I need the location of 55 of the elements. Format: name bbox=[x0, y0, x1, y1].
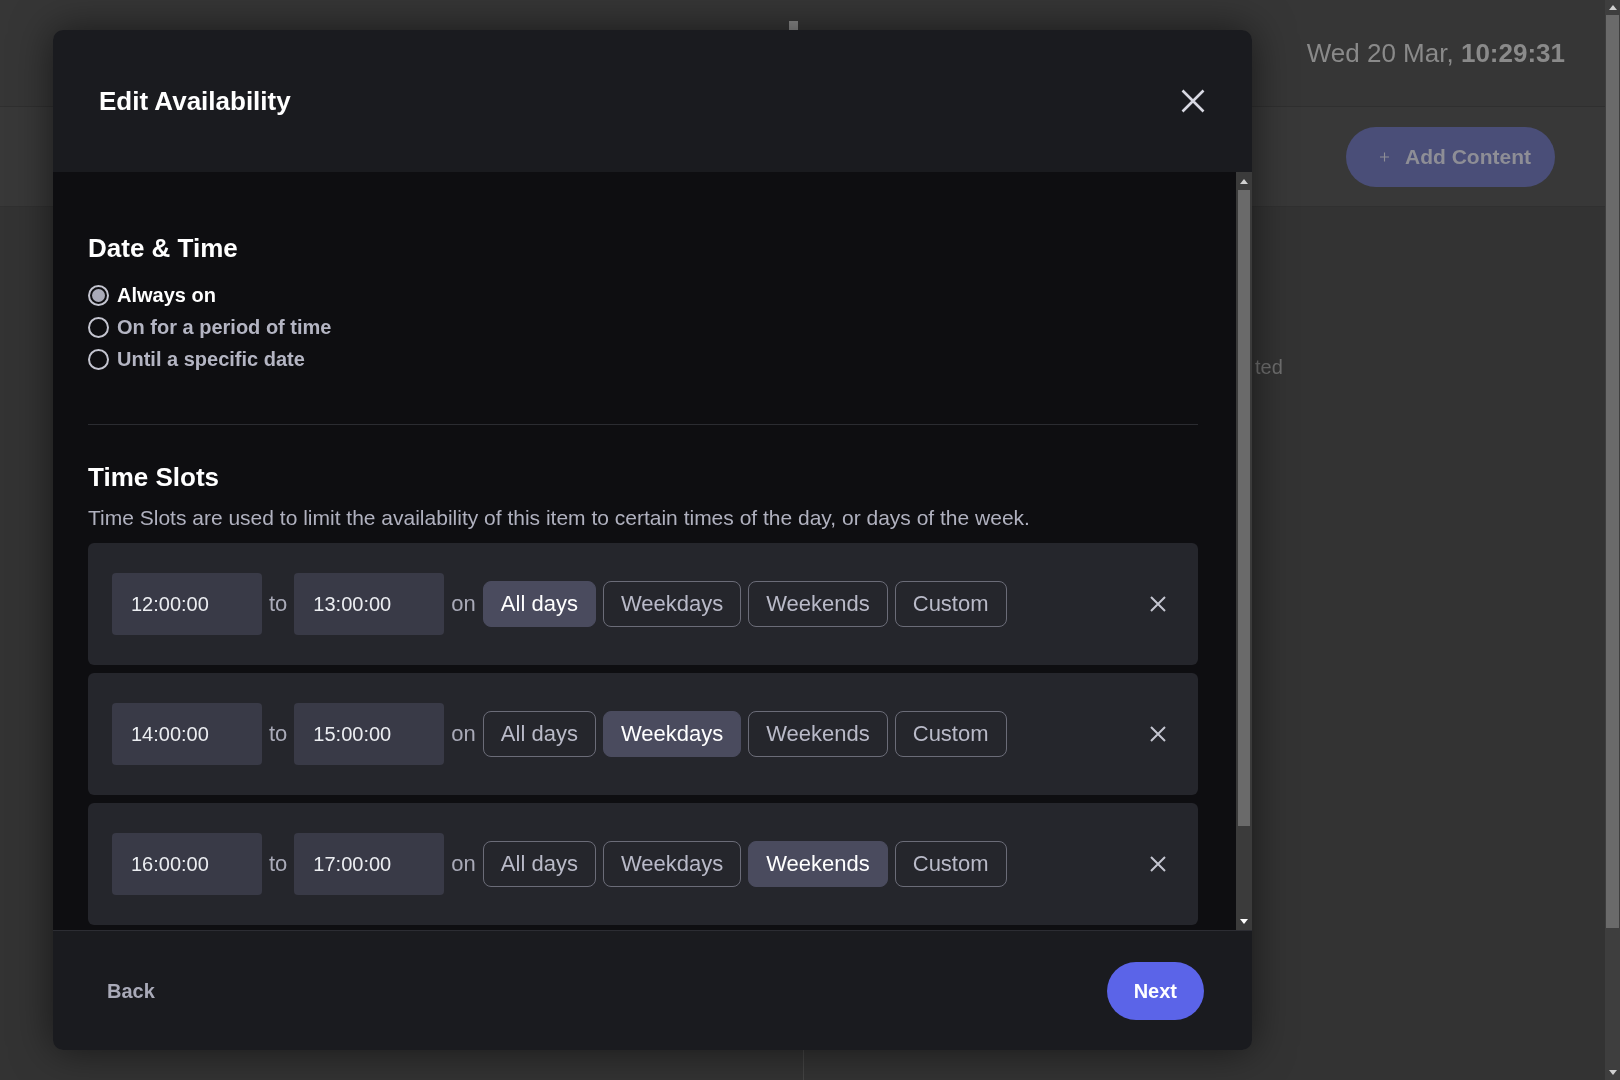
close-icon bbox=[1150, 596, 1166, 612]
day-toggle-button[interactable]: Weekends bbox=[748, 711, 888, 757]
day-toggle-button[interactable]: Custom bbox=[894, 581, 1007, 627]
radio-label[interactable]: On for a period of time bbox=[117, 315, 332, 339]
remove-slot-button[interactable] bbox=[1150, 596, 1166, 612]
section-heading: Time Slots bbox=[88, 462, 219, 493]
radio-label[interactable]: Always on bbox=[117, 283, 216, 307]
back-button[interactable]: Back bbox=[107, 975, 155, 1006]
scrollbar[interactable] bbox=[1236, 172, 1252, 930]
time-field[interactable]: 15:00:00 bbox=[294, 703, 445, 765]
on-label: on bbox=[451, 850, 476, 878]
section-heading: Date & Time bbox=[88, 233, 238, 264]
time-field[interactable]: 13:00:00 bbox=[294, 573, 445, 635]
date-time-text: Wed 20 Mar, 10:29:31 bbox=[1306, 37, 1565, 69]
day-toggle-button[interactable]: Weekdays bbox=[602, 711, 742, 757]
to-label: to bbox=[269, 590, 288, 618]
time-field[interactable]: 16:00:00 bbox=[112, 833, 262, 895]
to-label: to bbox=[269, 850, 288, 878]
radio-icon[interactable] bbox=[88, 284, 109, 306]
day-toggle-button[interactable]: All days bbox=[482, 581, 596, 627]
close-icon bbox=[1150, 856, 1166, 872]
day-toggle-button[interactable]: Weekdays bbox=[602, 581, 742, 627]
time-field[interactable]: 17:00:00 bbox=[294, 833, 445, 895]
on-label: on bbox=[451, 590, 476, 618]
scroll-down-icon[interactable] bbox=[1240, 918, 1248, 924]
caption-text: ted bbox=[1255, 356, 1283, 378]
remove-slot-button[interactable] bbox=[1150, 726, 1166, 742]
day-toggle-button[interactable]: Custom bbox=[894, 841, 1007, 887]
on-label: on bbox=[451, 720, 476, 748]
radio-icon[interactable] bbox=[88, 316, 109, 338]
radio-icon[interactable] bbox=[88, 348, 109, 370]
dialog-title: Edit Availability bbox=[99, 85, 291, 117]
day-toggle-button[interactable]: Weekends bbox=[748, 841, 888, 887]
scrollbar-thumb[interactable] bbox=[1238, 190, 1250, 826]
close-icon bbox=[1181, 89, 1205, 113]
day-toggle-button[interactable]: All days bbox=[482, 711, 596, 757]
scrollbar-thumb[interactable] bbox=[1606, 15, 1619, 928]
to-label: to bbox=[269, 720, 288, 748]
scroll-up-icon[interactable] bbox=[1608, 5, 1617, 10]
time-field[interactable]: 12:00:00 bbox=[112, 573, 262, 635]
remove-slot-button[interactable] bbox=[1150, 856, 1166, 872]
close-button[interactable] bbox=[1181, 89, 1205, 113]
day-toggle-button[interactable]: Weekdays bbox=[602, 841, 742, 887]
scroll-down-icon[interactable] bbox=[1608, 1070, 1617, 1075]
time-field[interactable]: 14:00:00 bbox=[112, 703, 262, 765]
day-toggle-button[interactable]: Weekends bbox=[748, 581, 888, 627]
close-icon bbox=[1150, 726, 1166, 742]
radio-label[interactable]: Until a specific date bbox=[117, 347, 305, 371]
square-icon bbox=[789, 21, 798, 30]
page-scrollbar[interactable] bbox=[1605, 0, 1620, 1080]
day-toggle-button[interactable]: Custom bbox=[894, 711, 1007, 757]
next-button[interactable]: Next bbox=[1106, 961, 1204, 1020]
scroll-up-icon[interactable] bbox=[1240, 178, 1248, 184]
description-text: Time Slots are used to limit the availability of this item to certain times of the day, or days of the week. bbox=[88, 505, 1030, 531]
day-toggle-button[interactable]: All days bbox=[482, 841, 596, 887]
